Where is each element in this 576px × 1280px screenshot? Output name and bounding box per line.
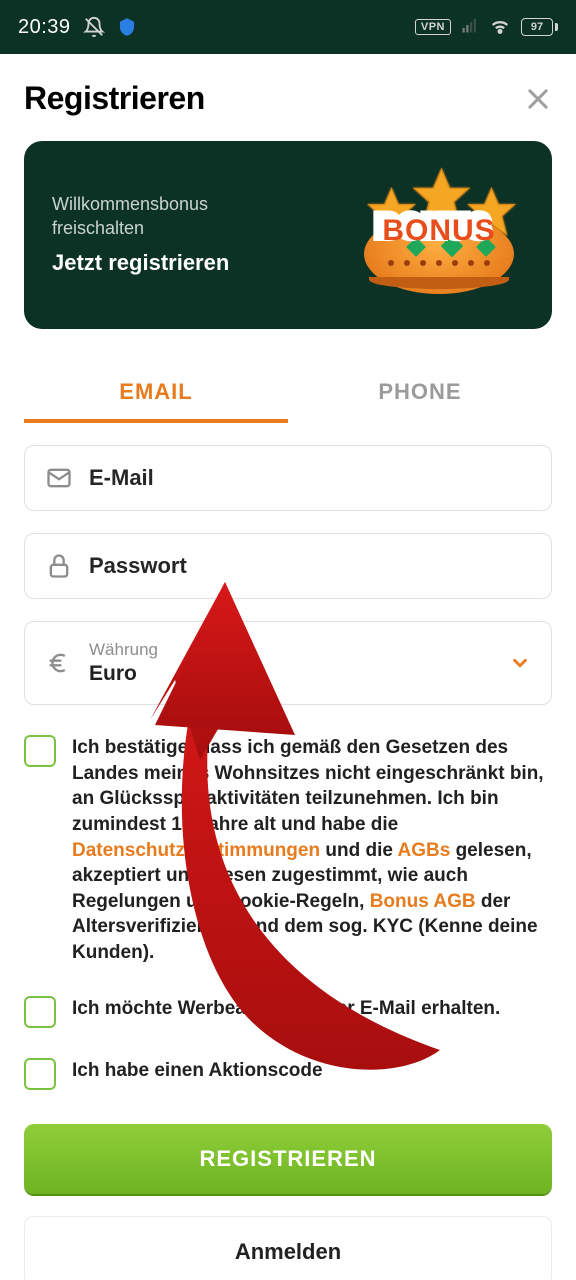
password-field-wrapper[interactable] bbox=[24, 533, 552, 599]
euro-icon bbox=[45, 649, 73, 677]
terms-row: Ich bestätige, dass ich gemäß den Gesetz… bbox=[24, 735, 552, 966]
terms-text: Ich bestätige, dass ich gemäß den Gesetz… bbox=[72, 735, 552, 966]
mute-icon bbox=[83, 16, 105, 38]
marketing-checkbox[interactable] bbox=[24, 996, 56, 1028]
vpn-badge: VPN bbox=[415, 19, 451, 35]
register-button[interactable]: REGISTRIEREN bbox=[24, 1124, 552, 1194]
promo-text: Ich habe einen Aktionscode bbox=[72, 1058, 323, 1084]
tab-email[interactable]: EMAIL bbox=[24, 365, 288, 423]
status-bar: 20:39 VPN 97 bbox=[0, 0, 576, 54]
currency-select[interactable]: Währung Euro bbox=[24, 621, 552, 705]
marketing-row: Ich möchte Werbeangebote per E-Mail erha… bbox=[24, 996, 552, 1028]
currency-label: Währung bbox=[89, 640, 493, 660]
terms-checkbox[interactable] bbox=[24, 735, 56, 767]
login-button[interactable]: Anmelden bbox=[24, 1216, 552, 1280]
agb-link[interactable]: AGBs bbox=[398, 840, 451, 861]
bonus-label: BONUS BONUS bbox=[382, 214, 495, 248]
close-icon[interactable] bbox=[524, 85, 552, 113]
auth-tabs: EMAIL PHONE bbox=[24, 365, 552, 423]
bonus-graphic: BONUS BONUS bbox=[354, 169, 524, 299]
password-input[interactable] bbox=[89, 553, 531, 579]
status-time: 20:39 bbox=[18, 16, 71, 39]
banner-subtitle: Willkommensbonus freischalten bbox=[52, 192, 229, 241]
lock-icon bbox=[45, 552, 73, 580]
mail-icon bbox=[45, 464, 73, 492]
email-input[interactable] bbox=[89, 465, 531, 491]
marketing-text: Ich möchte Werbeangebote per E-Mail erha… bbox=[72, 996, 500, 1022]
email-field-wrapper[interactable] bbox=[24, 445, 552, 511]
banner-cta: Jetzt registrieren bbox=[52, 250, 229, 276]
chevron-down-icon bbox=[509, 652, 531, 674]
wifi-icon bbox=[489, 14, 511, 41]
battery-level: 97 bbox=[521, 18, 553, 36]
tab-phone[interactable]: PHONE bbox=[288, 365, 552, 423]
bonus-agb-link[interactable]: Bonus AGB bbox=[370, 891, 476, 912]
welcome-bonus-banner[interactable]: Willkommensbonus freischalten Jetzt regi… bbox=[24, 141, 552, 329]
battery-indicator: 97 bbox=[521, 18, 558, 36]
signal-icon bbox=[461, 16, 479, 39]
shield-icon bbox=[117, 17, 137, 37]
promo-checkbox[interactable] bbox=[24, 1058, 56, 1090]
privacy-link[interactable]: Datenschutzbestimmungen bbox=[72, 840, 320, 861]
promo-row: Ich habe einen Aktionscode bbox=[24, 1058, 552, 1090]
page-title: Registrieren bbox=[24, 80, 205, 117]
currency-value: Euro bbox=[89, 662, 493, 686]
